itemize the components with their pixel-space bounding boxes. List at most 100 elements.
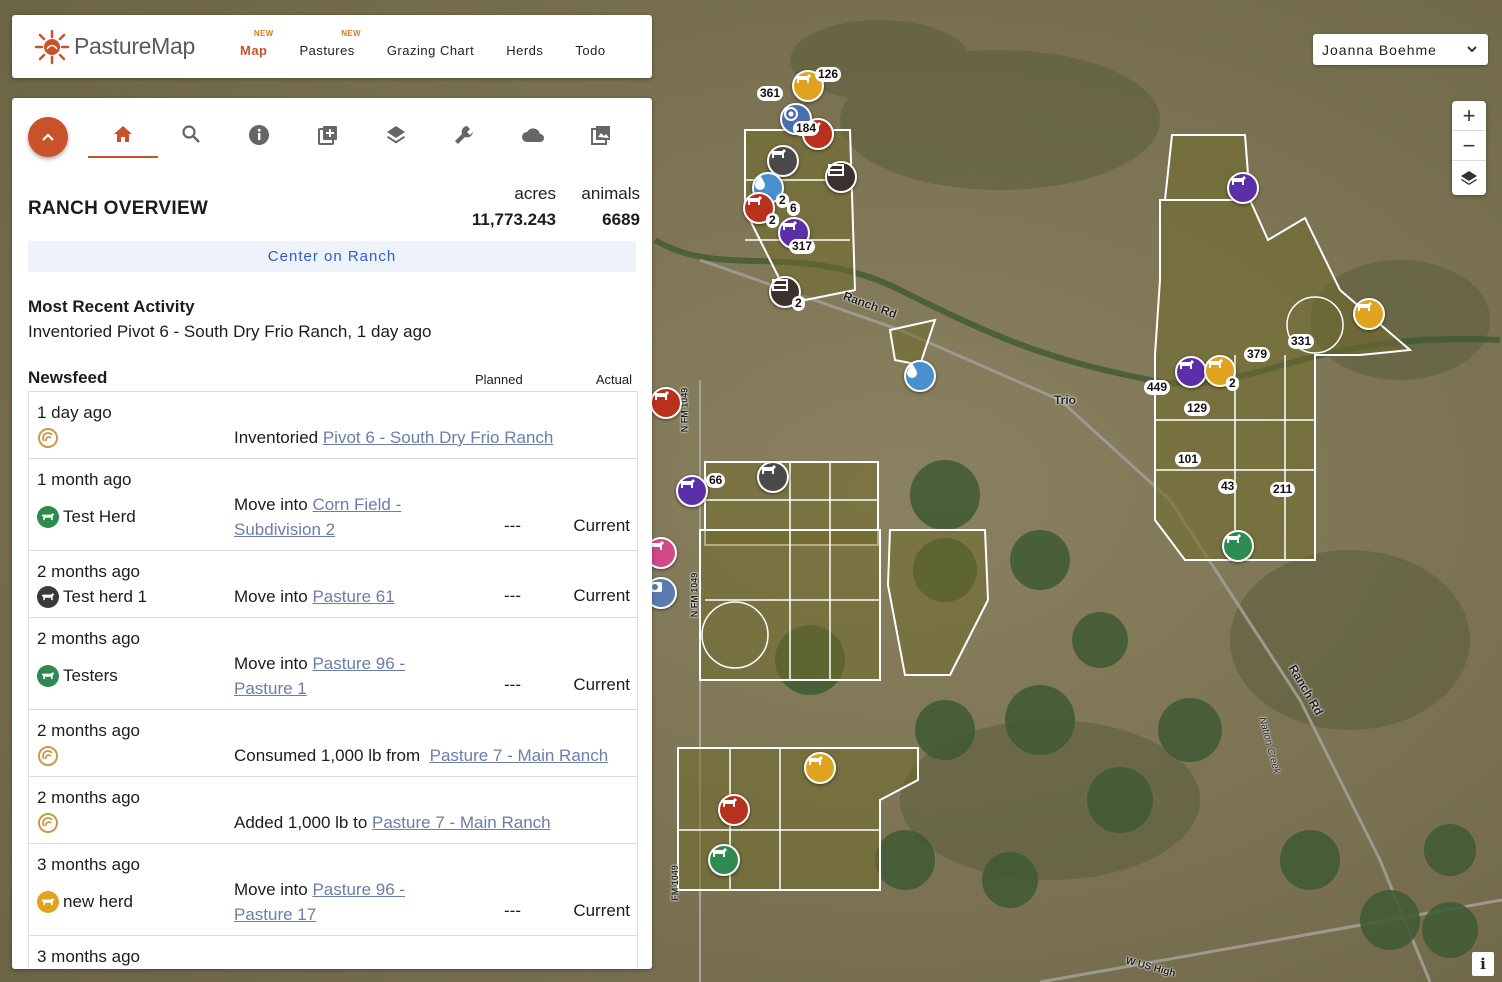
herd-pin[interactable] <box>1227 172 1259 204</box>
pasture-link[interactable]: Pasture 96 - <box>312 654 405 673</box>
feed-actor: Testers <box>37 665 118 687</box>
newsfeed-row: 2 months ago Test herd 1 Move into Pastu… <box>29 551 637 618</box>
pin-count: 101 <box>1175 452 1202 467</box>
feed-time: 1 day ago <box>37 403 112 422</box>
collapse-panel-button[interactable] <box>28 117 68 157</box>
tab-photos[interactable] <box>566 124 636 158</box>
feed-action: Move into <box>234 880 313 899</box>
nav-map[interactable]: NEW Map <box>240 29 273 58</box>
herd-icon <box>37 586 59 608</box>
feed-actor <box>37 812 63 834</box>
pin-count: 449 <box>1144 380 1171 395</box>
newsfeed-row: 1 day ago Inventoried Pivot 6 - South Dr… <box>29 392 637 459</box>
newsfeed-row: 2 months ago Testers Move into Pasture 9… <box>29 618 637 710</box>
nav-herds[interactable]: Herds <box>506 35 543 58</box>
actual-column-header: Actual <box>595 372 632 387</box>
zoom-in-button[interactable]: + <box>1452 101 1486 131</box>
herd-pin[interactable] <box>757 461 789 493</box>
feed-actor: new herd <box>37 891 133 913</box>
feed-planned: --- <box>504 586 521 605</box>
pasture-link[interactable]: Pasture 61 <box>312 587 394 606</box>
herd-name-link[interactable]: Test herd 1 <box>63 587 147 607</box>
nav-pastures[interactable]: NEW Pastures <box>299 29 361 58</box>
nav-todo[interactable]: Todo <box>575 35 605 58</box>
main-nav: NEW Map NEW Pastures Grazing Chart Herds… <box>240 29 638 58</box>
zoom-out-button[interactable]: − <box>1452 131 1486 161</box>
gate-pin[interactable] <box>825 161 857 193</box>
pin-count: 361 <box>757 86 784 101</box>
water-pin[interactable] <box>904 360 936 392</box>
pasture-link[interactable]: Pivot 6 - South Dry Frio Ranch <box>323 428 554 447</box>
map-zoom-controls: + − <box>1452 101 1486 195</box>
herd-name-link[interactable]: Test Herd <box>63 507 136 527</box>
newsfeed-row: 3 months ago <box>29 936 637 969</box>
herd-pin[interactable] <box>1353 298 1385 330</box>
feed-actor <box>37 427 63 449</box>
feed-action: Move into <box>234 654 313 673</box>
newsfeed-row: 3 months ago new herd Move into Pasture … <box>29 844 637 936</box>
feed-actor <box>37 745 63 767</box>
center-on-ranch-button[interactable]: Center on Ranch <box>28 241 636 272</box>
pasture-link[interactable]: Pasture 7 - Main Ranch <box>430 746 609 765</box>
herd-name-link[interactable]: new herd <box>63 892 133 912</box>
tab-info[interactable] <box>224 124 294 158</box>
recent-activity-text: Inventoried Pivot 6 - South Dry Frio Ran… <box>28 322 432 341</box>
newsfeed-row: 2 months ago Added 1,000 lb to Pasture 7… <box>29 777 637 844</box>
pin-count: 2 <box>1226 376 1239 391</box>
feed-planned: --- <box>504 675 521 694</box>
feed-actual: Current <box>573 586 630 605</box>
pin-count: 129 <box>1184 401 1211 416</box>
feed-planned: --- <box>504 516 521 535</box>
pasture-link[interactable]: Pasture 17 <box>234 905 316 924</box>
herd-pin[interactable] <box>718 794 750 826</box>
herd-pin[interactable] <box>1222 530 1254 562</box>
map-town-label: Trio <box>1054 393 1077 407</box>
nav-label: Map <box>240 43 268 58</box>
animals-stat: animals 6689 <box>581 184 640 230</box>
pasture-link[interactable]: Pasture 7 - Main Ranch <box>372 813 551 832</box>
tab-home[interactable] <box>88 124 158 158</box>
recent-activity-title: Most Recent Activity <box>28 297 195 316</box>
map-attribution-button[interactable]: i <box>1472 952 1494 976</box>
planned-column-header: Planned <box>475 372 523 387</box>
tab-search[interactable] <box>156 124 226 158</box>
tab-tools[interactable] <box>429 124 499 158</box>
layers-icon <box>387 126 405 144</box>
tab-layers[interactable] <box>361 124 431 158</box>
pin-count: 2 <box>792 296 805 311</box>
feed-planned: --- <box>504 901 521 920</box>
brand-logo[interactable]: PastureMap <box>34 29 220 65</box>
panel-tabs <box>12 98 652 168</box>
chevron-down-icon <box>1467 46 1477 53</box>
pasture-link[interactable]: Subdivision 2 <box>234 520 335 539</box>
herd-pin[interactable] <box>676 475 708 507</box>
feed-action: Added 1,000 lb to <box>234 813 373 832</box>
pasture-link[interactable]: Corn Field - <box>312 495 401 514</box>
nav-label: Grazing Chart <box>386 43 475 58</box>
herd-pin[interactable] <box>804 752 836 784</box>
pin-count: 43 <box>1218 479 1238 494</box>
inventory-icon <box>37 812 59 834</box>
tab-weather[interactable] <box>498 124 568 158</box>
herd-pin[interactable] <box>1175 356 1207 388</box>
inventory-icon <box>37 745 59 767</box>
pin-count: 6 <box>787 201 800 216</box>
feed-time: 2 months ago <box>37 721 141 740</box>
nav-label: Pastures <box>299 43 355 58</box>
top-navbar: PastureMap NEW Map NEW Pastures Grazing … <box>12 15 652 78</box>
acres-value: 11,773.243 <box>471 210 556 229</box>
herd-pin[interactable] <box>650 387 682 419</box>
herd-name-link[interactable]: Testers <box>63 666 118 686</box>
home-icon <box>114 126 132 142</box>
feed-actual: Current <box>573 675 630 694</box>
map-layers-button[interactable] <box>1452 161 1486 195</box>
pasture-link[interactable]: Pasture 96 - <box>312 880 405 899</box>
info-icon <box>249 125 269 145</box>
photos-icon <box>591 126 610 145</box>
nav-grazing-chart[interactable]: Grazing Chart <box>387 35 474 58</box>
map-road-label: N FM 1049 <box>689 572 700 618</box>
herd-pin[interactable] <box>708 844 740 876</box>
user-menu-dropdown[interactable]: Joanna Boehme <box>1313 34 1488 65</box>
tab-add[interactable] <box>293 124 363 158</box>
pasture-link[interactable]: Pasture 1 <box>234 679 307 698</box>
